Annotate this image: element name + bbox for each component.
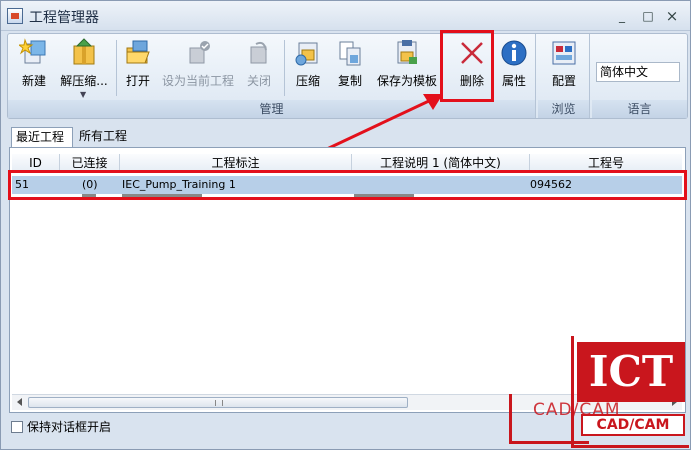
language-dropdown[interactable]: 简体中文 xyxy=(596,62,680,82)
new-button[interactable]: 新建 xyxy=(14,38,54,98)
row-highlight-box xyxy=(8,170,687,200)
group-language: 简体中文 语言 xyxy=(592,34,687,118)
properties-button[interactable]: 属性 xyxy=(496,38,532,98)
app-icon xyxy=(7,8,23,24)
unzip-button[interactable]: 解压缩... ▼ xyxy=(56,38,112,99)
new-project-icon xyxy=(19,38,46,64)
compress-icon xyxy=(295,42,318,66)
configure-button[interactable]: 配置 xyxy=(544,38,584,98)
configure-icon xyxy=(552,41,576,65)
separator xyxy=(116,40,117,96)
close-project-icon xyxy=(250,41,267,64)
project-manager-window: 工程管理器 _ □ × 新建 解压缩... ▼ 打开 设为当前工程 关闭 压缩 … xyxy=(0,0,691,450)
set-current-label: 设为当前工程 xyxy=(161,74,234,88)
group-browse: 配置 浏览 xyxy=(538,34,590,118)
tab-all[interactable]: 所有工程 xyxy=(75,127,137,147)
minimize-button[interactable]: _ xyxy=(613,7,631,25)
scroll-thumb[interactable] xyxy=(28,397,408,408)
title-bar: 工程管理器 _ □ × xyxy=(1,1,690,31)
window-title: 工程管理器 xyxy=(29,10,99,26)
open-button[interactable]: 打开 xyxy=(120,38,156,98)
info-icon xyxy=(501,40,527,66)
keep-open-checkbox[interactable] xyxy=(11,421,23,433)
grip-icon xyxy=(215,400,223,406)
group-label-language: 语言 xyxy=(592,100,687,118)
keep-open-label: 保持对话框开启 xyxy=(27,420,112,434)
close-project-button[interactable]: 关闭 xyxy=(242,38,276,98)
separator xyxy=(284,40,285,96)
unzip-icon xyxy=(73,38,95,65)
scroll-left-icon[interactable] xyxy=(17,398,22,406)
logo-ict: ICT xyxy=(577,342,685,402)
open-label: 打开 xyxy=(125,74,150,88)
maximize-button[interactable]: □ xyxy=(639,7,657,25)
logo-cadcam: CAD/CAM xyxy=(581,414,685,436)
configure-label: 配置 xyxy=(551,74,576,88)
set-current-icon xyxy=(189,41,210,64)
tab-recent[interactable]: 最近工程 xyxy=(11,127,73,147)
set-current-button[interactable]: 设为当前工程 xyxy=(156,38,240,98)
group-label-browse: 浏览 xyxy=(538,100,589,118)
group-label-manage: 管理 xyxy=(8,100,535,118)
copy-icon xyxy=(339,41,361,66)
watermark-logo: ICT CAD/CAM CAD/CAM xyxy=(501,336,691,450)
save-template-icon xyxy=(397,40,417,64)
open-folder-icon xyxy=(126,40,150,64)
unzip-label: 解压缩... xyxy=(60,74,108,88)
new-label: 新建 xyxy=(21,74,46,88)
close-project-label: 关闭 xyxy=(246,74,271,88)
properties-label: 属性 xyxy=(501,74,526,88)
dropdown-arrow-icon: ▼ xyxy=(80,90,87,99)
close-window-button[interactable]: × xyxy=(663,7,681,25)
